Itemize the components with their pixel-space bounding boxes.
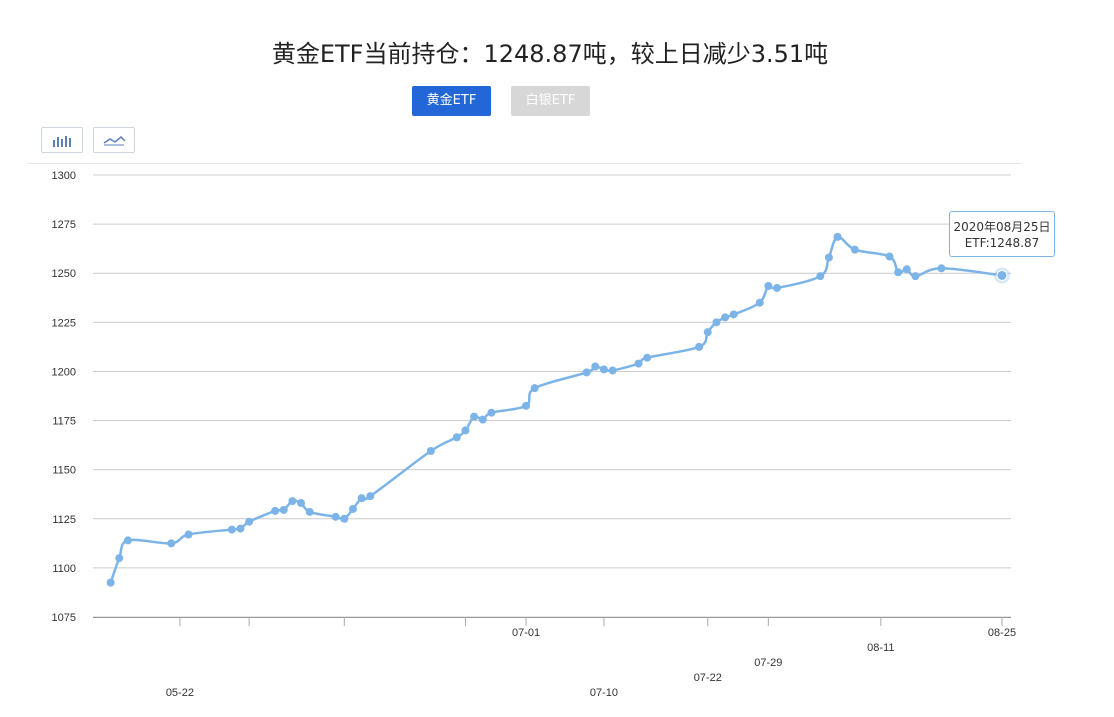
data-point	[885, 252, 894, 261]
data-point	[591, 362, 600, 371]
y-tick-label: 1075	[52, 612, 76, 624]
data-point	[167, 539, 176, 548]
data-point	[582, 368, 591, 377]
tooltip-date: 2020年08月25日	[953, 220, 1051, 234]
x-tick-label: 07-10	[590, 687, 618, 699]
data-point	[764, 281, 773, 290]
data-point	[530, 384, 539, 393]
data-point	[331, 512, 340, 521]
x-tick-label: 05-22	[166, 687, 194, 699]
data-point	[106, 578, 115, 587]
data-point	[279, 505, 288, 514]
data-point	[634, 359, 643, 368]
data-point	[729, 310, 738, 319]
data-point	[115, 554, 124, 563]
y-tick-label: 1300	[52, 170, 76, 182]
data-point	[348, 504, 357, 513]
y-tick-label: 1100	[52, 563, 76, 575]
data-point	[271, 506, 280, 515]
data-point	[816, 272, 825, 281]
data-point	[452, 433, 461, 442]
data-point	[184, 530, 193, 539]
data-point	[755, 298, 764, 307]
y-tick-label: 1125	[52, 514, 76, 526]
data-point	[357, 494, 366, 503]
x-tick-label: 08-11	[867, 642, 894, 654]
tooltip: 2020年08月25日 ETF:1248.87	[949, 211, 1055, 257]
data-point	[824, 253, 833, 262]
y-tick-label: 1150	[52, 465, 76, 477]
data-point	[123, 536, 132, 545]
x-tick-label: 07-29	[754, 657, 782, 669]
y-tick-label: 1250	[52, 268, 76, 280]
data-point	[996, 269, 1008, 281]
data-point	[470, 412, 479, 421]
x-tick-label: 07-01	[512, 627, 540, 639]
data-point	[426, 447, 435, 456]
data-point	[366, 492, 375, 501]
tooltip-value: ETF:1248.87	[964, 236, 1040, 250]
y-tick-label: 1225	[52, 317, 76, 329]
y-tick-label: 1275	[52, 219, 76, 231]
data-point	[487, 408, 496, 417]
x-tick-label: 08-25	[988, 627, 1016, 639]
data-point	[911, 272, 920, 281]
data-point	[297, 499, 306, 508]
data-point	[478, 415, 487, 424]
data-point	[236, 524, 245, 533]
data-point	[340, 514, 349, 523]
data-point	[305, 507, 314, 516]
data-point	[461, 426, 470, 435]
data-point	[522, 401, 531, 410]
data-point	[643, 353, 652, 362]
y-tick-label: 1175	[52, 416, 76, 428]
data-point	[695, 342, 704, 351]
data-point	[850, 245, 859, 254]
data-point	[902, 265, 911, 274]
data-point	[894, 268, 903, 277]
data-point	[721, 313, 730, 322]
data-point	[937, 264, 946, 273]
series-line	[109, 235, 1003, 584]
data-point	[245, 517, 254, 526]
data-point	[773, 283, 781, 292]
data-point	[288, 497, 297, 506]
x-tick-label: 07-22	[694, 672, 722, 684]
data-point	[599, 365, 608, 374]
data-point	[703, 328, 712, 337]
data-point	[608, 366, 617, 375]
data-point	[833, 232, 842, 241]
y-tick-label: 1200	[52, 366, 76, 378]
data-point	[227, 525, 236, 534]
data-point	[712, 318, 721, 327]
etf-holdings-line-chart: 1075 1100 1125 1150 1175 1200 1225 1250 1275 1300…	[52, 170, 1017, 699]
